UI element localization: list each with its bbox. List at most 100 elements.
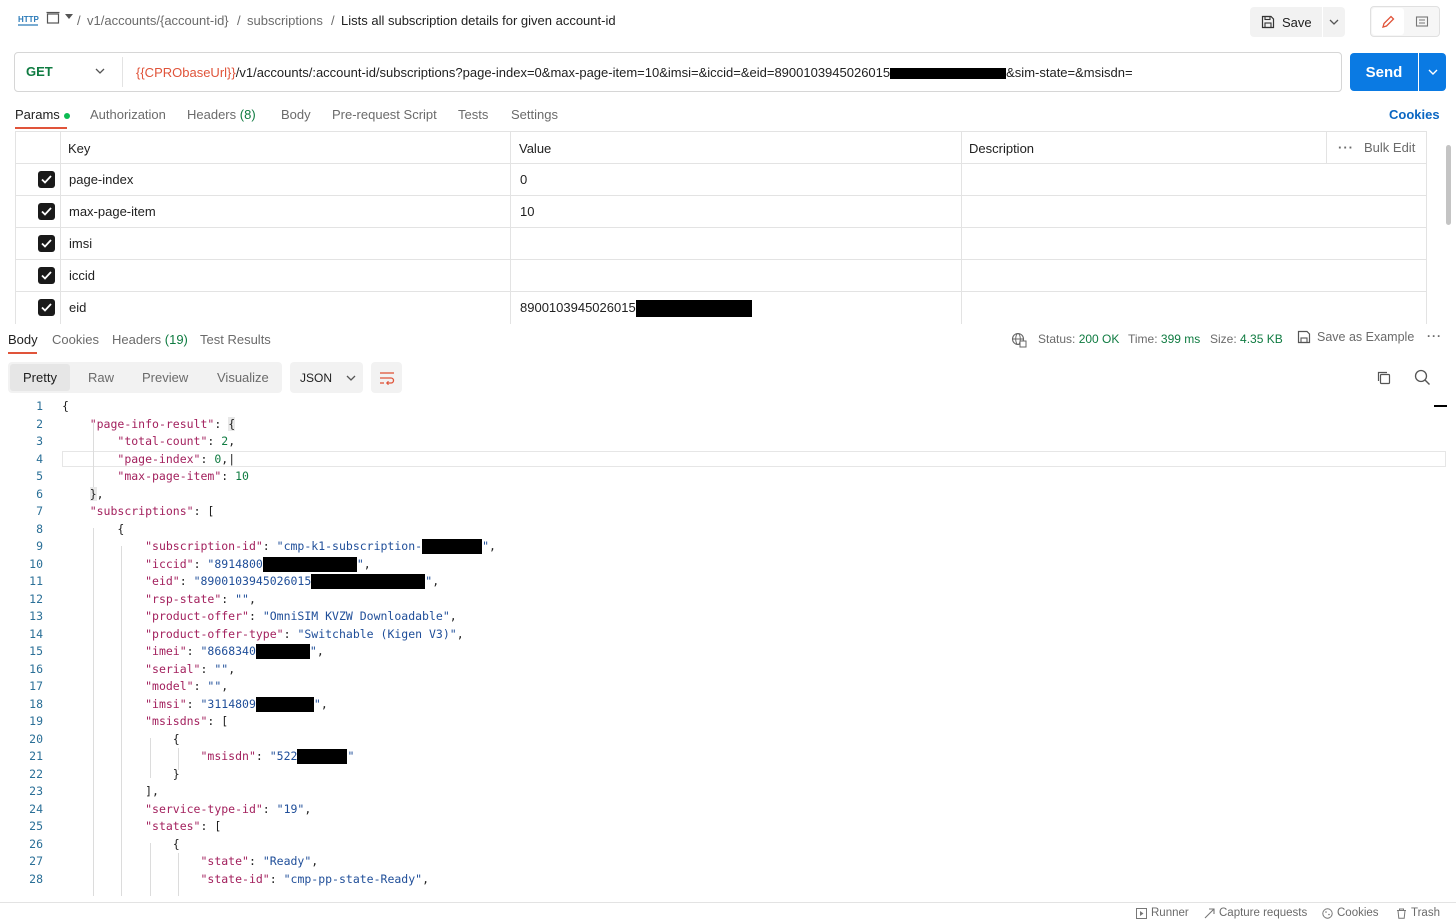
response-status: Status: 200 OK [1038,332,1119,346]
code-line: 3 "total-count": 2, [0,433,1446,451]
line-number: 17 [29,679,43,693]
json-key: "max-page-item" [117,469,222,483]
json-string: "8668340 [200,644,256,658]
param-key[interactable]: eid [69,300,86,315]
url-input[interactable]: {{CPRObaseUrl}}/v1/accounts/:account-id/… [136,65,1133,80]
json-key: "iccid" [145,556,194,571]
json-number: 0 [214,451,222,466]
tab-authorization[interactable]: Authorization [90,107,166,122]
response-tab-body[interactable]: Body [8,332,38,347]
json-key: "msisdns" [145,714,208,728]
redaction-bar [262,556,357,572]
documentation-button[interactable] [1406,8,1438,35]
response-tab-cookies[interactable]: Cookies [52,332,99,347]
json-number: 10 [235,469,249,483]
view-raw[interactable]: Raw [88,370,114,385]
cookies-link[interactable]: Cookies [1389,107,1440,122]
param-key[interactable]: page-index [69,172,133,187]
view-preview[interactable]: Preview [142,370,188,385]
view-visualize[interactable]: Visualize [217,370,269,385]
response-body-code[interactable]: 1{ 2 "page-info-result": { 3 "total-coun… [0,398,1446,896]
param-checkbox[interactable] [38,235,55,252]
json-string: "522 [269,749,298,763]
cookies-button[interactable]: Cookies [1322,907,1379,919]
format-select[interactable]: JSON [290,362,363,393]
capture-requests-button[interactable]: Capture requests [1204,907,1307,919]
param-checkbox[interactable] [38,267,55,284]
json-key: "total-count" [117,434,208,448]
save-button[interactable]: Save [1250,7,1322,37]
bulk-edit-button[interactable]: ··· Bulk Edit [1338,140,1415,155]
tab-prerequest-script[interactable]: Pre-request Script [332,107,437,122]
save-options-button[interactable] [1323,7,1345,37]
param-value[interactable]: 10 [520,204,534,219]
tab-params[interactable]: Params [15,107,70,122]
status-value: 200 OK [1078,332,1120,346]
tab-settings[interactable]: Settings [511,107,558,122]
json-key: "model" [145,679,194,693]
view-pretty[interactable]: Pretty [23,370,57,385]
param-value[interactable]: 0 [520,172,527,187]
scrollbar-thumb[interactable] [1446,145,1451,225]
more-icon[interactable]: ··· [1338,140,1354,155]
tab-body[interactable]: Body [281,107,311,122]
code-line: 4 "page-index": 0,| [0,451,1446,469]
code-text: "total-count": 2, [117,434,236,448]
globe-icon[interactable] [1011,332,1027,348]
line-number: 15 [29,644,43,658]
json-string: "cmp-pp-state-Ready" [283,871,423,886]
response-tab-test-results[interactable]: Test Results [200,332,271,347]
json-key: "msisdn" [200,749,256,763]
collection-icon[interactable] [46,11,60,25]
json-key: "product-offer-type" [145,626,284,641]
caret-down-icon[interactable] [65,14,73,20]
code-text: { [62,399,69,413]
request-title[interactable]: Lists all subscription details for given… [341,13,616,28]
json-string: "" [214,661,229,676]
param-checkbox[interactable] [38,171,55,188]
more-icon[interactable]: ··· [1427,329,1442,343]
line-number: 10 [29,556,43,571]
line-number: 27 [29,854,43,868]
chevron-down-icon[interactable] [94,66,106,76]
code-text: "imei": "8668340 ", [145,644,324,659]
tab-headers[interactable]: Headers (8) [187,107,256,122]
tab-params-label: Params [15,107,60,122]
param-row [15,196,1427,228]
tab-headers-label: Headers [187,107,237,122]
json-string: "Switchable (Kigen V3)" [297,626,457,641]
breadcrumb-folder[interactable]: subscriptions [247,13,323,28]
copy-icon[interactable] [1376,370,1392,386]
cookie-icon [1322,907,1333,919]
send-options-button[interactable] [1419,53,1446,91]
trash-button[interactable]: Trash [1396,907,1440,919]
param-key[interactable]: max-page-item [69,204,156,219]
url-path: /v1/accounts/:account-id/subscriptions?p… [235,65,891,80]
code-text: "product-offer-type": "Switchable (Kigen… [145,626,464,641]
column-header-key: Key [68,141,91,156]
save-as-example-button[interactable]: Save as Example [1297,330,1414,344]
param-value[interactable]: 8900103945026015 [520,300,752,318]
search-icon[interactable] [1414,369,1431,386]
param-key[interactable]: imsi [69,236,92,251]
format-select-value: JSON [300,370,333,385]
json-key: "page-index" [117,451,201,466]
code-line: 28 "state-id": "cmp-pp-state-Ready", [0,871,1446,889]
edit-mode-button[interactable] [1372,8,1404,35]
breadcrumb-collection[interactable]: v1/accounts/{account-id} [87,13,229,28]
wrap-lines-button[interactable] [371,362,402,393]
param-key[interactable]: iccid [69,268,95,283]
runner-button[interactable]: Runner [1136,907,1189,919]
line-number: 21 [29,749,43,763]
json-key: "state-id" [200,871,270,886]
check-icon [41,175,52,184]
method-selector[interactable]: GET [26,64,53,79]
param-checkbox[interactable] [38,203,55,220]
code-text: "states": [ [145,819,222,833]
send-button[interactable]: Send [1350,53,1418,91]
time-label: Time: [1128,332,1158,346]
svg-text:HTTP: HTTP [18,15,40,24]
tab-tests[interactable]: Tests [458,107,488,122]
response-tab-headers[interactable]: Headers (19) [112,332,188,347]
param-checkbox[interactable] [38,299,55,316]
